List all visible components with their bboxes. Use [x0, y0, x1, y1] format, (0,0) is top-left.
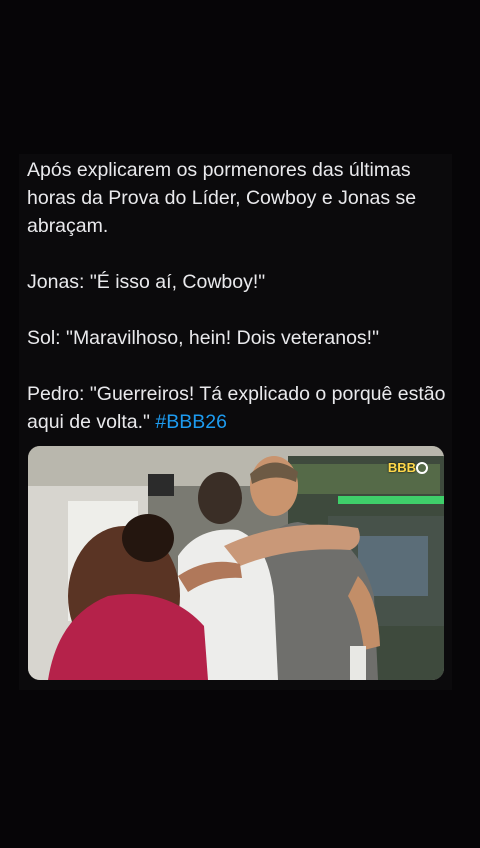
screen: Após explicarem os pormenores das última… [0, 0, 480, 848]
logo-ring-icon [416, 462, 428, 474]
post-media-image[interactable]: BBB [28, 446, 444, 680]
hashtag-link[interactable]: #BBB26 [155, 411, 227, 433]
post-paragraph-with-hashtag: Pedro: "Guerreiros! Tá explicado o porqu… [27, 380, 447, 436]
post-paragraph: Pedro: "Guerreiros! Tá explicado o porqu… [27, 383, 446, 433]
bbb-logo-watermark: BBB [387, 460, 416, 475]
post-text: Após explicarem os pormenores das última… [27, 154, 447, 464]
post-paragraph: Após explicarem os pormenores das última… [27, 159, 417, 237]
hug-scene-image [28, 446, 444, 680]
post-card: Após explicarem os pormenores das última… [19, 154, 452, 690]
post-paragraph: Jonas: "É isso aí, Cowboy!" [27, 271, 266, 293]
post-paragraph: Sol: "Maravilhoso, hein! Dois veteranos!… [27, 327, 380, 349]
